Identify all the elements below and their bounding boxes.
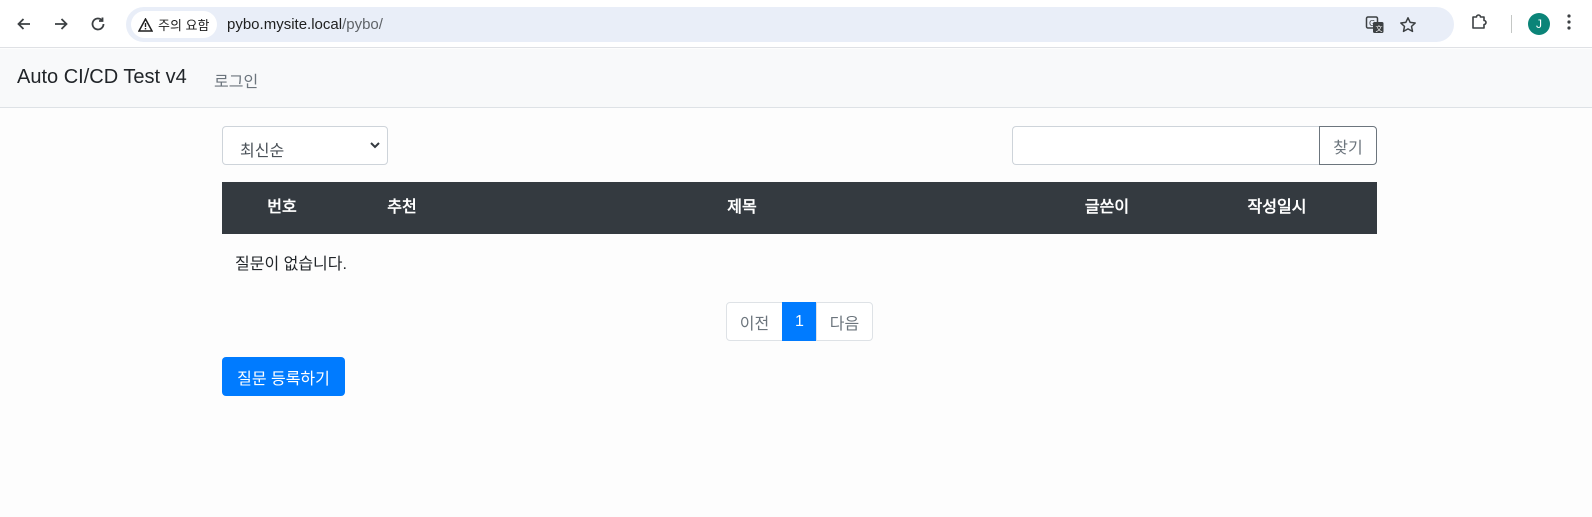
profile-avatar[interactable]: J xyxy=(1528,13,1550,35)
pagination-prev[interactable]: 이전 xyxy=(726,302,783,341)
back-button[interactable] xyxy=(9,9,39,39)
puzzle-icon xyxy=(1472,14,1487,29)
translate-button[interactable]: G文 xyxy=(1362,12,1388,38)
search-input[interactable] xyxy=(1012,126,1319,165)
kebab-menu-icon xyxy=(1567,14,1571,30)
navbar-brand[interactable]: Auto CI/CD Test v4 xyxy=(17,66,187,89)
forward-arrow-icon xyxy=(55,18,68,30)
browser-toolbar: 주의 요함 pybo.mysite.local/pybo/ G文 J xyxy=(0,0,1592,48)
create-question-button[interactable]: 질문 등록하기 xyxy=(222,357,345,396)
sort-select-value: 최신순 xyxy=(240,143,285,160)
column-header-recommend: 추천 xyxy=(387,199,417,216)
column-header-created: 작성일시 xyxy=(1247,199,1307,216)
toolbar-divider xyxy=(1511,15,1512,33)
question-table-header: 번호 추천 제목 글쓴이 작성일시 xyxy=(222,182,1377,234)
pagination-next[interactable]: 다음 xyxy=(816,302,873,341)
column-header-subject: 제목 xyxy=(727,199,757,216)
site-navbar: Auto CI/CD Test v4 로그인 xyxy=(0,49,1592,108)
svg-text:文: 文 xyxy=(1376,24,1383,33)
star-icon xyxy=(1400,17,1416,33)
column-header-number: 번호 xyxy=(267,199,297,216)
extensions-button[interactable] xyxy=(1469,11,1489,36)
reload-button[interactable] xyxy=(83,9,113,39)
bookmark-button[interactable] xyxy=(1395,12,1421,38)
security-chip-label: 주의 요함 xyxy=(158,18,210,33)
url-path: /pybo/ xyxy=(342,16,383,33)
security-chip[interactable]: 주의 요함 xyxy=(131,11,218,38)
browser-menu-button[interactable] xyxy=(1566,12,1572,37)
url-text[interactable]: pybo.mysite.local/pybo/ xyxy=(227,7,383,42)
chevron-down-icon xyxy=(370,142,380,149)
back-arrow-icon xyxy=(17,18,30,30)
warning-icon xyxy=(138,17,153,32)
pagination-page-current[interactable]: 1 xyxy=(782,302,817,341)
column-header-author: 글쓴이 xyxy=(1084,199,1130,216)
empty-message: 질문이 없습니다. xyxy=(235,256,347,273)
sort-select[interactable]: 최신순 xyxy=(222,126,388,165)
pagination: 이전 1 다음 xyxy=(726,302,873,341)
reload-icon xyxy=(91,17,105,31)
address-bar[interactable]: 주의 요함 pybo.mysite.local/pybo/ G文 xyxy=(126,7,1454,42)
translate-icon: G文 xyxy=(1365,16,1384,33)
search-button[interactable]: 찾기 xyxy=(1319,126,1377,165)
forward-button[interactable] xyxy=(46,9,76,39)
url-host: pybo.mysite.local xyxy=(227,16,343,33)
login-link[interactable]: 로그인 xyxy=(214,68,258,92)
table-row-empty: 질문이 없습니다. xyxy=(222,234,1377,284)
